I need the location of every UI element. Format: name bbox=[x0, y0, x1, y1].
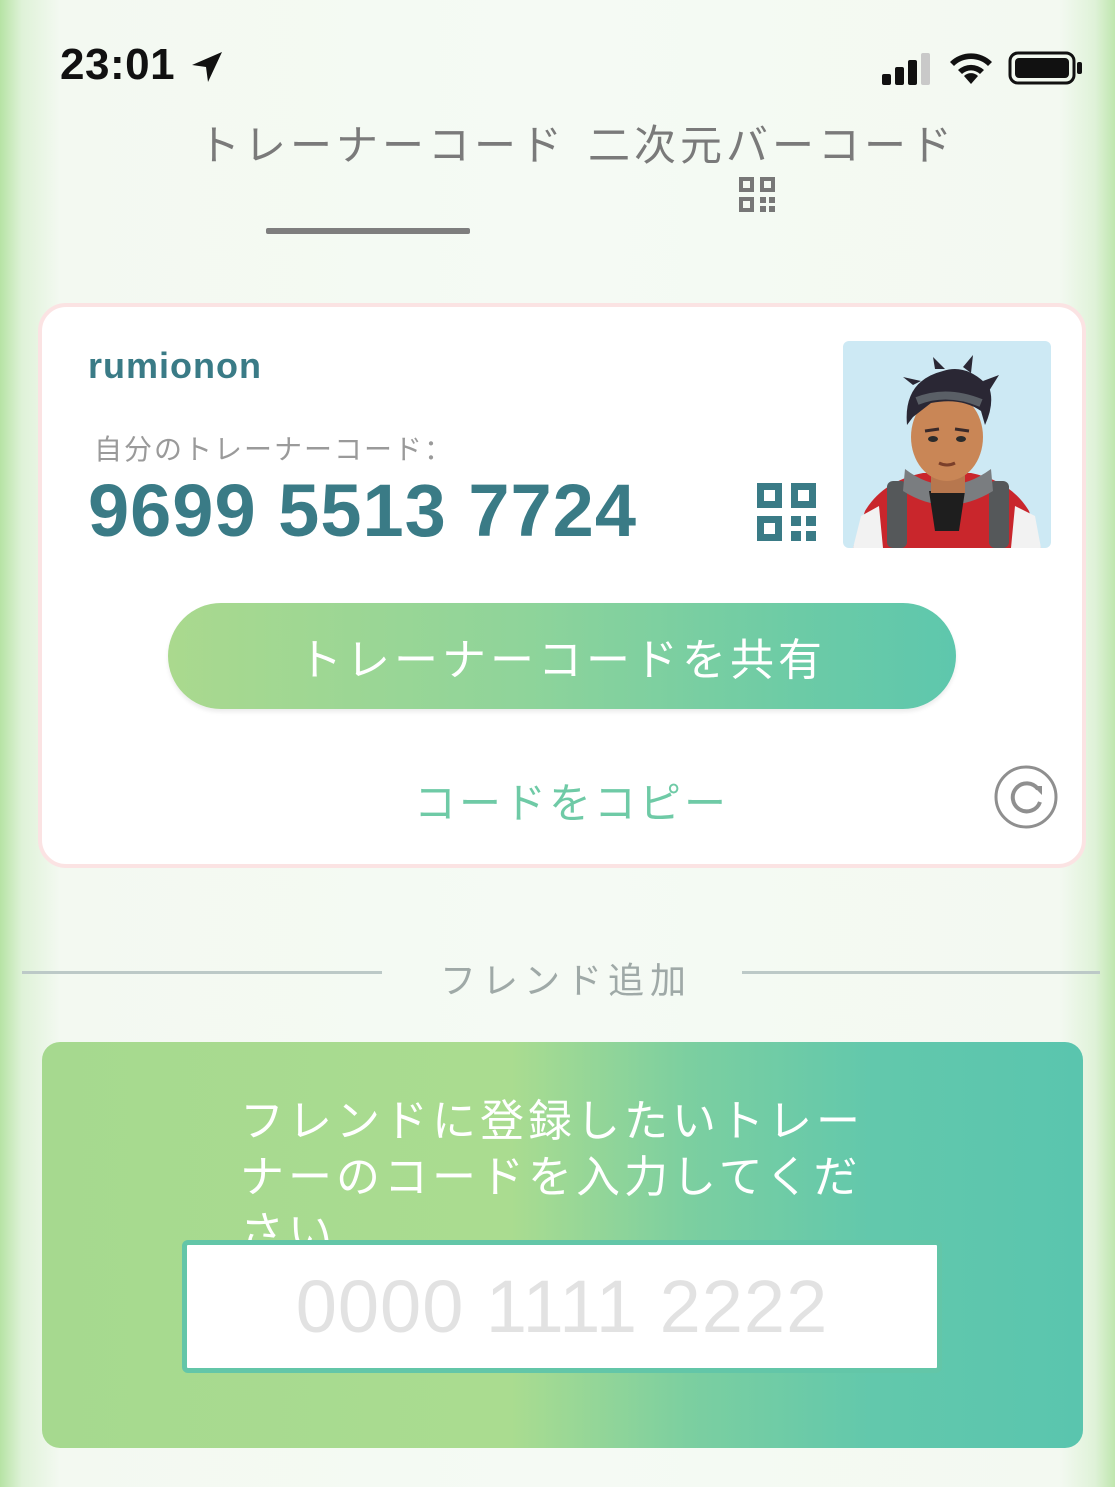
tab-qr-code[interactable]: 二次元バーコード bbox=[588, 112, 956, 173]
friend-add-section-title: フレンド追加 bbox=[440, 961, 693, 1002]
trainer-avatar bbox=[843, 341, 1051, 548]
tab-trainer-code[interactable]: トレーナーコード bbox=[198, 112, 566, 173]
refresh-icon[interactable] bbox=[993, 764, 1059, 830]
trainer-code-value: 9699 5513 7724 bbox=[88, 469, 637, 552]
battery-icon bbox=[1008, 51, 1082, 85]
tab-selected-indicator bbox=[266, 228, 470, 234]
copy-code-link[interactable]: コードをコピー bbox=[414, 770, 729, 831]
wifi-icon bbox=[950, 53, 992, 84]
friend-add-instruction: フレンドに登録したいトレーナーのコードを入力してください bbox=[240, 1096, 864, 1259]
location-arrow-icon bbox=[192, 52, 222, 82]
trainer-username: rumionon bbox=[88, 345, 262, 386]
cellular-signal-icon bbox=[882, 53, 930, 85]
qr-code-icon[interactable] bbox=[738, 176, 778, 214]
qr-code-icon[interactable] bbox=[756, 482, 818, 542]
trainer-avatar-icon bbox=[853, 355, 1041, 548]
section-divider-left bbox=[22, 971, 382, 974]
status-time: 23:01 bbox=[60, 40, 176, 89]
section-divider-right bbox=[742, 971, 1100, 974]
share-trainer-code-button[interactable]: トレーナーコードを共有 bbox=[168, 603, 956, 709]
friend-code-input[interactable] bbox=[182, 1240, 942, 1373]
trainer-code-label: 自分のトレーナーコード： bbox=[94, 433, 455, 466]
